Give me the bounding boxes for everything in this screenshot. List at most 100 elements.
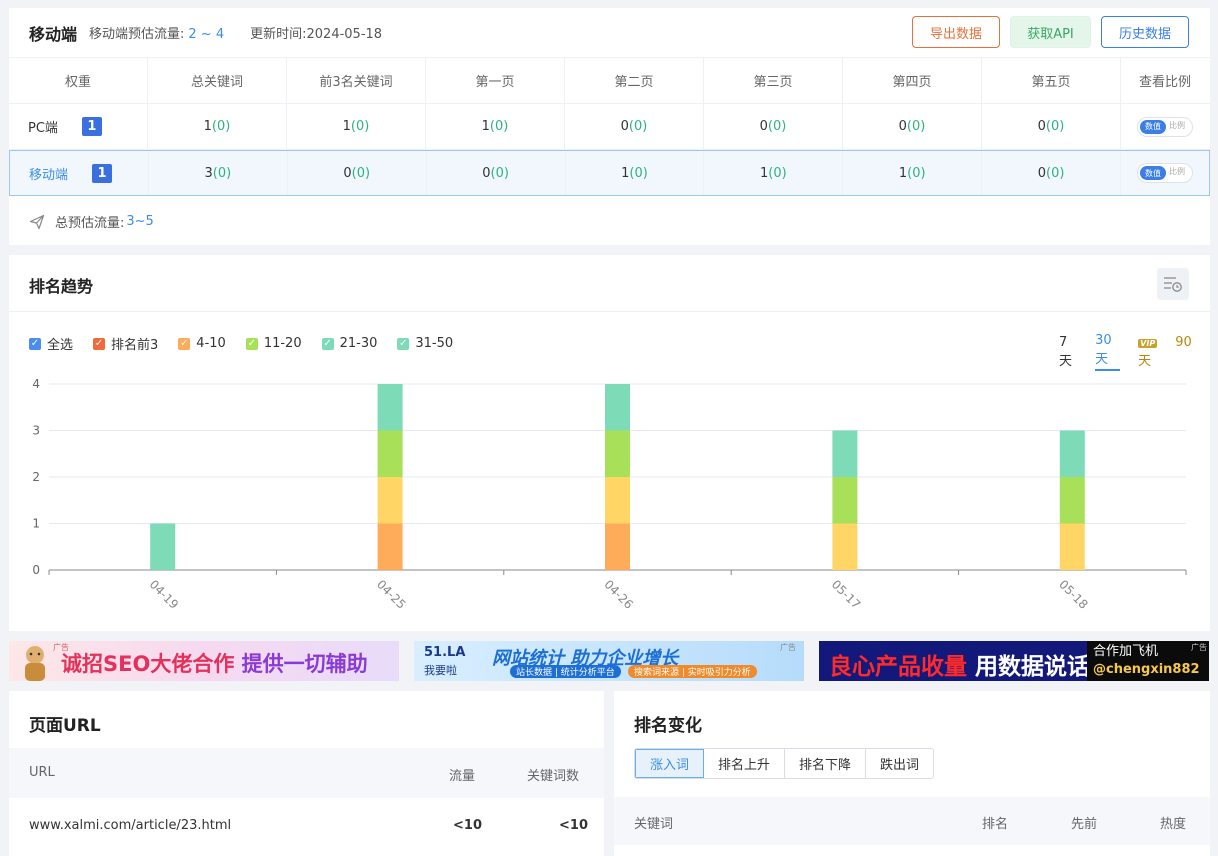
x-tick-label: 05-18 [1056, 577, 1091, 612]
checkbox-icon: ✓ [29, 337, 41, 350]
legend-item-21-30[interactable]: ✓ 21-30 [321, 334, 377, 353]
value-ratio-toggle[interactable]: 数值 比例 [1137, 116, 1193, 137]
update-time: 更新时间:2024-05-18 [250, 27, 383, 42]
x-tick-label: 04-25 [374, 577, 409, 612]
mobile-traffic: 移动端预估流量: 2 ~ 4 [89, 27, 225, 42]
ranking-bar-chart: 0 1 2 3 4 04-19 04-25 04-26 05-17 05-18 [32, 377, 1187, 612]
col-page4: 第四页 [843, 58, 982, 103]
col-flow: 流量 [449, 769, 476, 784]
rank-panel-title: 排名变化 [634, 716, 702, 736]
table-cell[interactable]: 0 (0) [982, 151, 1122, 195]
get-api-button[interactable]: 获取API [1010, 16, 1091, 48]
legend-item-4-10[interactable]: ✓ 4-10 [178, 334, 226, 353]
y-tick-label: 1 [32, 517, 40, 531]
table-cell[interactable]: 0 (0) [427, 151, 566, 195]
table-cell[interactable]: 1 (0) [843, 151, 983, 195]
bar-segment [832, 523, 858, 570]
send-icon [29, 214, 45, 229]
col-total-kw: 总关键词 [148, 58, 287, 103]
legend-item-31-50[interactable]: ✓ 31-50 [397, 334, 453, 353]
checkbox-icon: ✓ [397, 337, 410, 350]
ranking-trend-card: 排名趋势 ✓ 全选 ✓ 排名前3 ✓ 4-10 ✓ 11-20 ✓ 21-30 ✓ 31-5… [9, 255, 1210, 631]
ad-text: 良心产品收量 用数据说话 [829, 654, 1091, 680]
range-90-days[interactable]: VIP 90天 [1138, 335, 1210, 369]
history-data-button[interactable]: 历史数据 [1101, 16, 1189, 48]
bar-segment [605, 430, 630, 477]
url-table-header: URL 流量 关键词数 [9, 748, 604, 798]
summary-header: 移动端 移动端预估流量: 2 ~ 4 更新时间:2024-05-18 导出数据 获… [9, 8, 1210, 58]
table-cell[interactable]: 0 (0) [288, 151, 427, 195]
ratio-cell: 数值 比例 [1121, 104, 1209, 149]
col-url: URL [29, 765, 55, 780]
table-cell[interactable]: 3 (0) [149, 151, 288, 195]
table-cell[interactable]: 0 (0) [565, 104, 704, 149]
url-panel-title: 页面URL [29, 716, 101, 736]
ad-tag: 广告 [780, 643, 796, 652]
export-data-button[interactable]: 导出数据 [912, 16, 1000, 48]
row-label: 移动端 1 [10, 151, 149, 195]
legend-item-11-20[interactable]: ✓ 11-20 [245, 334, 302, 353]
col-page1: 第一页 [426, 58, 565, 103]
col-ratio: 查看比例 [1138, 75, 1191, 90]
legend-item-top3[interactable]: ✓ 排名前3 [93, 334, 158, 353]
flow-value: <10 [453, 818, 482, 833]
y-tick-label: 0 [32, 563, 40, 577]
col-weight: 权重 [9, 58, 148, 103]
col-keyword: 关键词 [634, 817, 674, 832]
weight-badge: 1 [81, 117, 102, 136]
table-cell[interactable]: 0 (0) [843, 104, 982, 149]
bar-segment [832, 430, 858, 477]
chart-legend: ✓ 全选 ✓ 排名前3 ✓ 4-10 ✓ 11-20 ✓ 21-30 ✓ 31-50 [29, 334, 473, 353]
bar-segment [832, 477, 858, 524]
table-cell[interactable]: 0 (0) [982, 104, 1121, 149]
checkbox-icon: ✓ [93, 337, 106, 350]
bar-segment [1059, 477, 1085, 524]
tab-rank-down[interactable]: 排名下降 [785, 749, 867, 778]
bar-segment [1059, 523, 1085, 570]
col-top3-kw: 前3名关键词 [287, 58, 426, 103]
table-row-pc[interactable]: PC端 1 1 (0) 1 (0) 1 (0) 0 (0) 0 (0) 0 (0) 0 (0) … [9, 104, 1210, 150]
table-cell[interactable]: 1 (0) [704, 151, 844, 195]
table-row[interactable]: www.xalmi.com/article/23.html <10 <10 [9, 798, 604, 854]
mascot-icon [25, 646, 45, 681]
table-cell[interactable]: 1 (0) [566, 151, 705, 195]
rank-tabs: 涨入词 排名上升 排名下降 跌出词 [634, 748, 935, 779]
divider [9, 311, 1210, 312]
summary-table-header: 权重 总关键词 前3名关键词 第一页 第二页 第三页 第四页 第五页 查看比例 [9, 58, 1210, 104]
bar-segment [377, 384, 403, 431]
row-label: PC端 1 [9, 104, 148, 149]
bar-segment [150, 523, 176, 570]
y-tick-label: 4 [32, 377, 40, 391]
page-url-panel: 页面URL URL 流量 关键词数 www.xalmi.com/article/… [9, 691, 604, 856]
tab-drop-out[interactable]: 跌出词 [866, 749, 933, 778]
tab-rank-up[interactable]: 排名上升 [704, 749, 786, 778]
table-cell[interactable]: 1 (0) [287, 104, 426, 149]
legend-item-all[interactable]: ✓ 全选 [29, 334, 73, 353]
checkbox-icon: ✓ [178, 337, 191, 350]
x-tick-label: 04-19 [147, 577, 182, 612]
col-page3: 第三页 [704, 58, 843, 103]
bar-segment [605, 523, 630, 570]
table-cell[interactable]: 0 (0) [704, 104, 843, 149]
y-tick-label: 3 [32, 424, 40, 438]
ad-banner-seo[interactable]: 广告 诚招SEO大佬合作 提供一切辅助 [9, 641, 399, 681]
col-previous: 先前 [1071, 817, 1098, 832]
url-link[interactable]: www.xalmi.com/article/23.html [29, 818, 231, 833]
col-heat: 热度 [1160, 817, 1187, 832]
ad-banner-51la[interactable]: 51.LA 我要啦 网站统计 助力企业增长 站长数据 | 统计分析平台 搜索词来… [414, 641, 804, 681]
table-cell[interactable]: 1 (0) [426, 104, 565, 149]
ad-banner-data[interactable]: 良心产品收量 用数据说话 合作加飞机 @chengxin882 广告 [819, 641, 1209, 681]
weight-badge: 1 [92, 163, 113, 183]
table-cell[interactable]: 1 (0) [148, 104, 287, 149]
range-7-days[interactable]: 7天 [1059, 335, 1077, 369]
trend-title: 排名趋势 [29, 277, 94, 296]
x-tick-label: 05-17 [829, 577, 864, 612]
tab-rise-in[interactable]: 涨入词 [635, 749, 705, 778]
ad-subtext: 搜索词来源 | 实时吸引力分析 [628, 665, 757, 678]
list-settings-button[interactable] [1157, 268, 1189, 300]
kw-count-value: <10 [559, 818, 588, 833]
table-row-mobile[interactable]: 移动端 1 3 (0) 0 (0) 0 (0) 1 (0) 1 (0) 1 (0) 0 (0) … [9, 150, 1210, 196]
col-rank: 排名 [982, 817, 1009, 832]
col-page2: 第二页 [565, 58, 704, 103]
value-ratio-toggle[interactable]: 数值 比例 [1136, 163, 1193, 183]
